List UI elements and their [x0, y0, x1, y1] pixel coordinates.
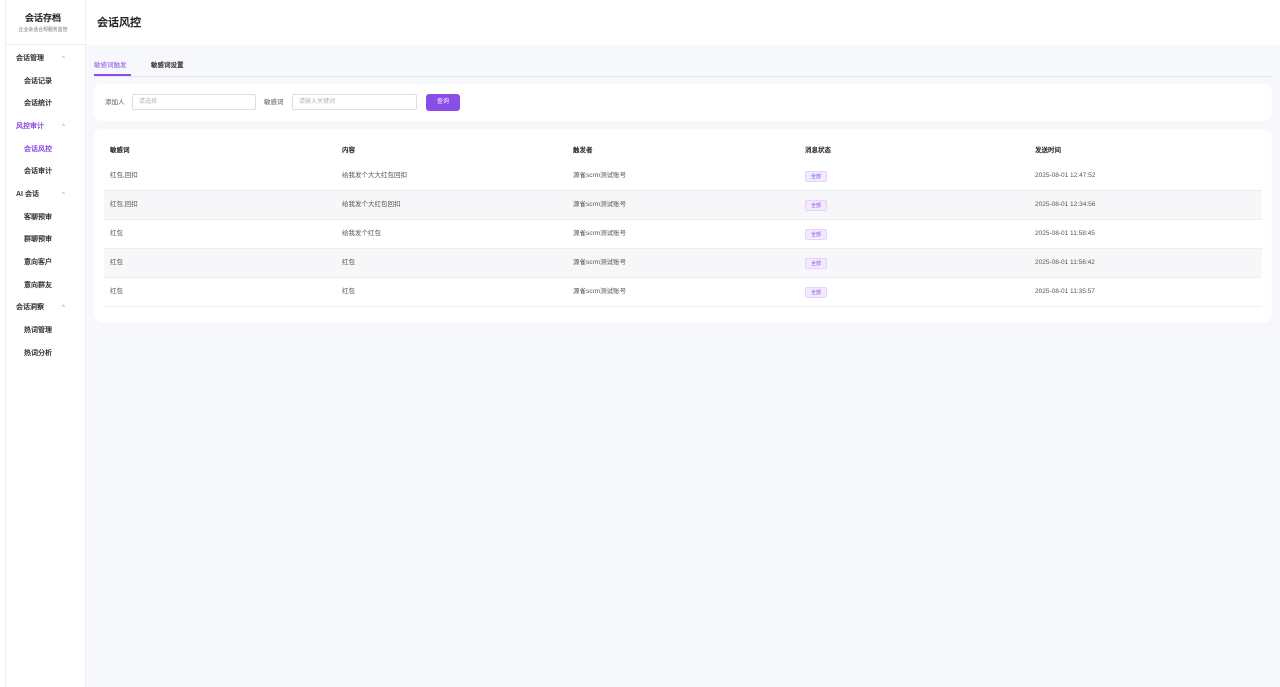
- cell-time: 2025-08-01 11:58:45: [1035, 230, 1095, 237]
- tab-sensitive-trigger[interactable]: 敏感词触发: [94, 58, 127, 74]
- tab-bar: 敏感词触发 敏感词设置: [94, 58, 1272, 77]
- column-header-sender: 触发者: [573, 147, 593, 154]
- sidebar-item-label: 会话风控: [24, 146, 52, 153]
- cell-word: 红包,回扣: [110, 172, 138, 179]
- sidebar-item-label: 会话审计: [24, 168, 52, 175]
- tab-sensitive-settings[interactable]: 敏感词设置: [151, 58, 184, 74]
- cell-sender: 源雀scrm测试账号: [573, 201, 627, 208]
- table-row[interactable]: 红包 红包 源雀scrm测试账号 全部 2025-08-01 11:56:42: [104, 249, 1262, 278]
- cell-content: 红包: [342, 288, 355, 295]
- active-tab-underline: [94, 74, 131, 76]
- brand-divider: [5, 44, 86, 45]
- sidebar-item-customer-chat-review[interactable]: 客聊预审: [0, 211, 86, 225]
- sidebar-item-label: 会话统计: [24, 100, 52, 107]
- results-table: 敏感词 内容 触发者 消息状态 发送时间 红包,回扣 给我发个大大红包回扣 源雀…: [94, 129, 1272, 322]
- sidebar-item-group-chat-review[interactable]: 群聊预审: [0, 233, 86, 247]
- status-badge: 全部: [805, 171, 828, 182]
- adder-label: 添加人: [105, 99, 125, 106]
- column-header-word: 敏感词: [110, 147, 130, 154]
- table-row[interactable]: 红包,回扣 给我发个大大红包回扣 源雀scrm测试账号 全部 2025-08-0…: [104, 162, 1262, 191]
- sidebar-item-label: 热词管理: [24, 327, 52, 334]
- cell-sender: 源雀scrm测试账号: [573, 259, 627, 266]
- chevron-up-icon: ^: [62, 305, 65, 311]
- status-badge: 全部: [805, 258, 828, 269]
- table-row[interactable]: 红包,回扣 给我发个大红包回扣 源雀scrm测试账号 全部 2025-08-01…: [104, 191, 1262, 220]
- chevron-up-icon: ^: [62, 124, 65, 130]
- table-row[interactable]: 红包 红包 源雀scrm测试账号 全部 2025-08-01 11:35:57: [104, 278, 1262, 307]
- table-header: 敏感词 内容 触发者 消息状态 发送时间: [104, 140, 1262, 162]
- sidebar-item-label: 客聊预审: [24, 214, 52, 221]
- sidebar-item-intent-customers[interactable]: 意向客户: [0, 256, 86, 270]
- sidebar: 会话存档 企业会话合规服务监管 会话管理 ^ 会话记录 会话统计 风控审计 ^ …: [0, 0, 86, 687]
- brand: 会话存档 企业会话合规服务监管: [0, 12, 86, 34]
- chevron-up-icon: ^: [62, 56, 65, 62]
- adder-select[interactable]: 请选择: [132, 94, 256, 110]
- sidebar-group-risk-audit[interactable]: 风控审计 ^: [0, 120, 86, 134]
- sidebar-item-session-audit[interactable]: 会话审计: [0, 165, 86, 179]
- cell-time: 2025-08-01 11:35:57: [1035, 288, 1095, 295]
- cell-word: 红包,回扣: [110, 201, 138, 208]
- status-badge: 全部: [805, 287, 828, 298]
- cell-content: 红包: [342, 259, 355, 266]
- sidebar-item-label: 群聊预审: [24, 236, 52, 243]
- filter-panel: 添加人 请选择 敏感词 请输入关键词 查询: [94, 84, 1272, 121]
- query-button[interactable]: 查询: [426, 94, 460, 111]
- cell-sender: 源雀scrm测试账号: [573, 230, 627, 237]
- cell-time: 2025-08-01 12:47:52: [1035, 172, 1096, 179]
- cell-time: 2025-08-01 11:56:42: [1035, 259, 1095, 266]
- sidebar-group-label: AI 会话: [16, 191, 39, 198]
- adder-placeholder: 请选择: [139, 99, 158, 105]
- page-header: 会话风控: [86, 0, 1280, 45]
- sidebar-item-label: 意向群友: [24, 282, 52, 289]
- brand-subtitle: 企业会话合规服务监管: [18, 27, 68, 33]
- sidebar-item-session-stats[interactable]: 会话统计: [0, 97, 86, 111]
- keyword-input[interactable]: 请输入关键词: [292, 94, 417, 110]
- sidebar-item-label: 热词分析: [24, 350, 52, 357]
- keyword-label: 敏感词: [264, 99, 284, 106]
- table-row[interactable]: 红包 给我发个红包 源雀scrm测试账号 全部 2025-08-01 11:58…: [104, 220, 1262, 249]
- brand-title: 会话存档: [24, 13, 61, 23]
- sidebar-group-session-insights[interactable]: 会话洞察 ^: [0, 301, 86, 315]
- column-header-time: 发送时间: [1035, 147, 1061, 154]
- status-badge: 全部: [805, 229, 828, 240]
- cell-time: 2025-08-01 12:34:56: [1035, 201, 1096, 208]
- sidebar-group-label: 会话管理: [16, 55, 44, 62]
- sidebar-item-session-risk[interactable]: 会话风控: [0, 143, 86, 157]
- status-badge: 全部: [805, 200, 828, 211]
- cell-content: 给我发个大红包回扣: [342, 201, 401, 208]
- cell-sender: 源雀scrm测试账号: [573, 172, 627, 179]
- chevron-up-icon: ^: [62, 192, 65, 198]
- column-header-content: 内容: [342, 147, 355, 154]
- sidebar-group-session-management[interactable]: 会话管理 ^: [0, 52, 86, 66]
- cell-word: 红包: [110, 259, 123, 266]
- page-title: 会话风控: [97, 17, 141, 29]
- cell-word: 红包: [110, 288, 123, 295]
- keyword-placeholder: 请输入关键词: [299, 99, 336, 105]
- cell-word: 红包: [110, 230, 123, 237]
- sidebar-group-label: 会话洞察: [16, 304, 44, 311]
- cell-sender: 源雀scrm测试账号: [573, 288, 627, 295]
- sidebar-group-ai-session[interactable]: AI 会话 ^: [0, 188, 86, 202]
- column-header-status: 消息状态: [805, 147, 831, 154]
- sidebar-item-session-records[interactable]: 会话记录: [0, 75, 86, 89]
- cell-content: 给我发个大大红包回扣: [342, 172, 407, 179]
- sidebar-item-label: 会话记录: [24, 78, 52, 85]
- sidebar-item-hotword-analysis[interactable]: 热词分析: [0, 347, 86, 361]
- sidebar-item-label: 意向客户: [24, 259, 52, 266]
- sidebar-group-label: 风控审计: [16, 123, 44, 130]
- cell-content: 给我发个红包: [342, 230, 381, 237]
- sidebar-item-intent-group-members[interactable]: 意向群友: [0, 279, 86, 293]
- sidebar-item-hotword-management[interactable]: 热词管理: [0, 324, 86, 338]
